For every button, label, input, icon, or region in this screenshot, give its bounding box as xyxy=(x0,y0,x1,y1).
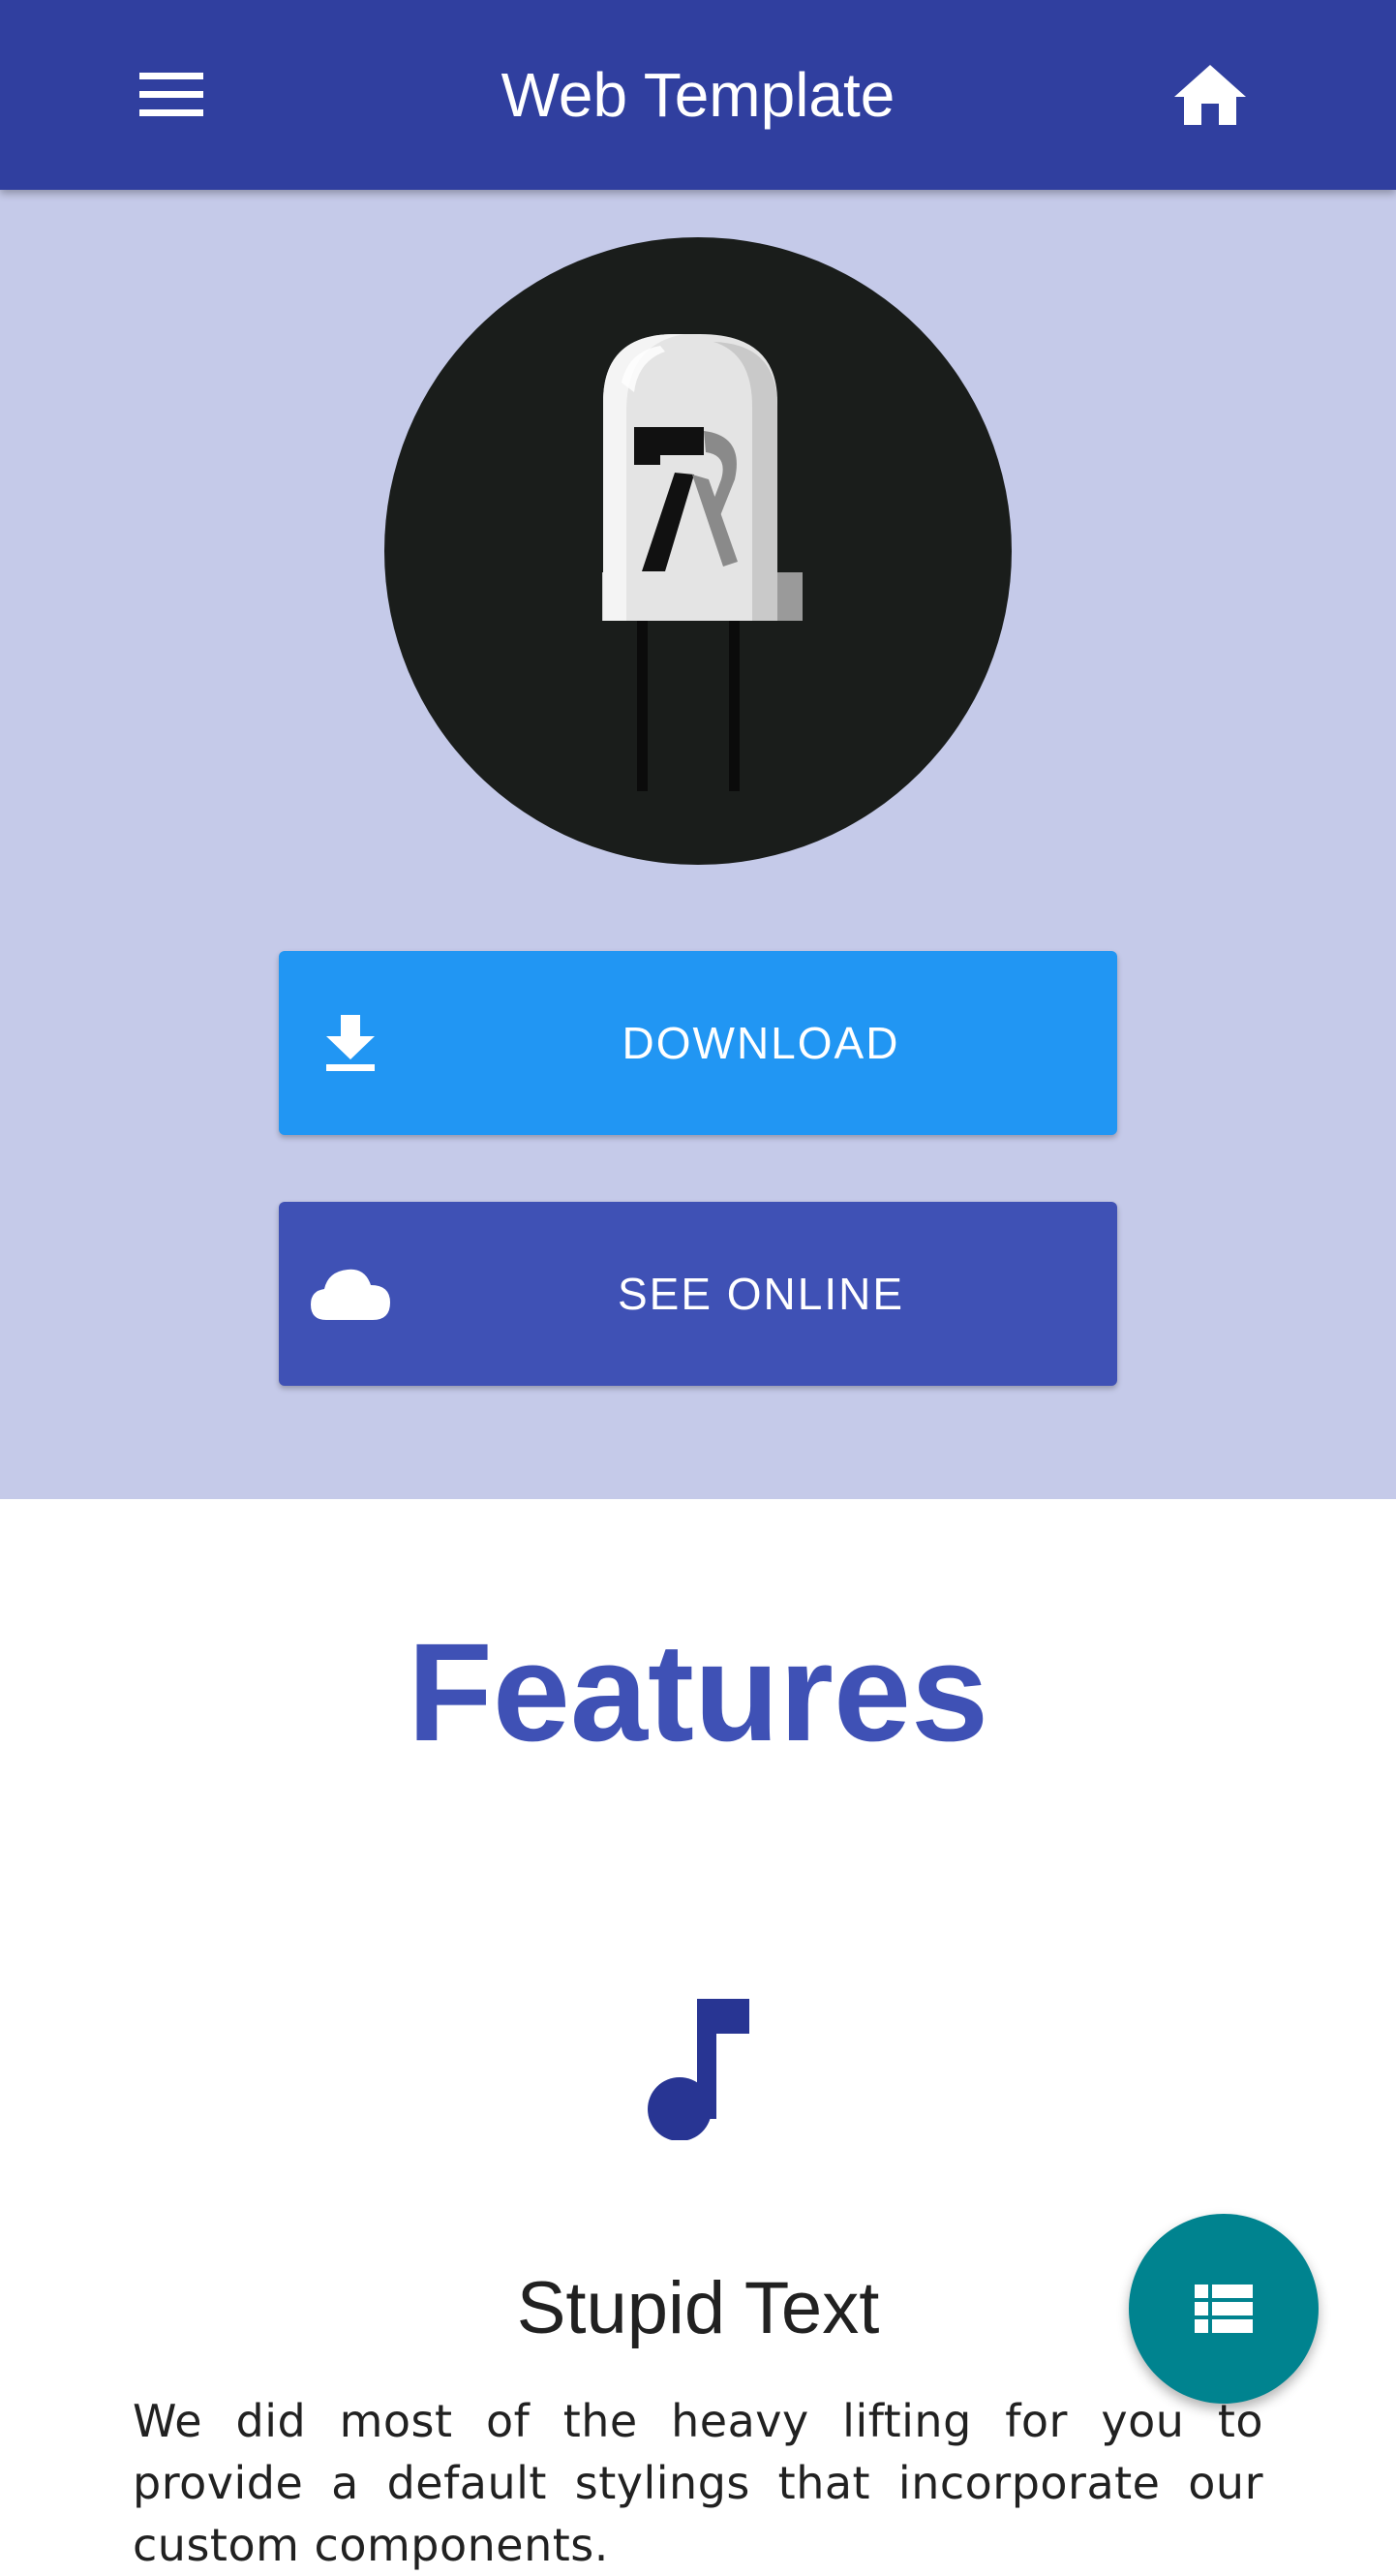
list-view-icon xyxy=(1195,2285,1253,2333)
music-note-icon xyxy=(641,1995,755,2141)
download-icon xyxy=(310,951,391,1135)
feature-text: We did most of the heavy lifting for you… xyxy=(133,2395,1263,2571)
home-button[interactable] xyxy=(1171,58,1249,132)
led-logo xyxy=(384,237,1012,865)
download-button[interactable]: DOWNLOAD xyxy=(279,951,1117,1135)
see-online-button[interactable]: SEE ONLINE xyxy=(279,1202,1117,1386)
fab-button[interactable] xyxy=(1129,2214,1319,2404)
cloud-icon xyxy=(310,1202,391,1386)
features-heading: Features xyxy=(407,1614,989,1770)
see-online-label: SEE ONLINE xyxy=(617,1269,905,1319)
hero-section: DOWNLOAD SEE ONLINE xyxy=(0,190,1396,1499)
download-label: DOWNLOAD xyxy=(622,1018,900,1068)
home-icon xyxy=(1174,65,1246,125)
app-bar: Web Template xyxy=(0,0,1396,190)
